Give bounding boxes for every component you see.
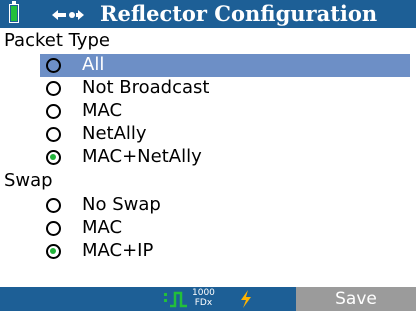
- option-label: All: [82, 54, 105, 75]
- packet-type-option-all[interactable]: All: [40, 54, 410, 77]
- radio-checked-icon: [46, 244, 61, 259]
- radio-unchecked-icon: [46, 81, 61, 96]
- packet-type-option-mac-netally[interactable]: MAC+NetAlly: [40, 146, 410, 169]
- network-link-icon: [52, 10, 84, 20]
- swap-heading: Swap: [4, 170, 53, 191]
- lightning-icon: [241, 290, 251, 308]
- radio-unchecked-icon: [46, 104, 61, 119]
- radio-unchecked-icon: [46, 58, 61, 73]
- title-bar: Reflector Configuration: [0, 0, 416, 28]
- packet-type-heading: Packet Type: [4, 30, 110, 51]
- packet-type-option-netally[interactable]: NetAlly: [40, 123, 410, 146]
- radio-unchecked-icon: [46, 198, 61, 213]
- swap-option-no-swap[interactable]: No Swap: [40, 194, 410, 217]
- link-duplex: FDx: [194, 298, 213, 308]
- save-button[interactable]: Save: [296, 287, 416, 311]
- option-label: MAC+NetAlly: [82, 146, 202, 167]
- link-status-icon: [164, 291, 187, 308]
- option-label: MAC+IP: [82, 240, 154, 261]
- option-label: Not Broadcast: [82, 77, 210, 98]
- radio-unchecked-icon: [46, 221, 61, 236]
- packet-type-option-mac[interactable]: MAC: [40, 100, 410, 123]
- option-label: No Swap: [82, 194, 161, 215]
- swap-option-mac[interactable]: MAC: [40, 217, 410, 240]
- radio-checked-icon: [46, 150, 61, 165]
- page-title: Reflector Configuration: [100, 1, 378, 26]
- link-speed-readout: 1000 FDx: [192, 288, 215, 308]
- packet-type-option-not-broadcast[interactable]: Not Broadcast: [40, 77, 410, 100]
- option-label: MAC: [82, 100, 123, 121]
- option-label: NetAlly: [82, 123, 147, 144]
- battery-icon: [9, 1, 19, 23]
- radio-unchecked-icon: [46, 127, 61, 142]
- option-label: MAC: [82, 217, 123, 238]
- link-speed: 1000: [192, 288, 215, 298]
- swap-option-mac-ip[interactable]: MAC+IP: [40, 240, 410, 263]
